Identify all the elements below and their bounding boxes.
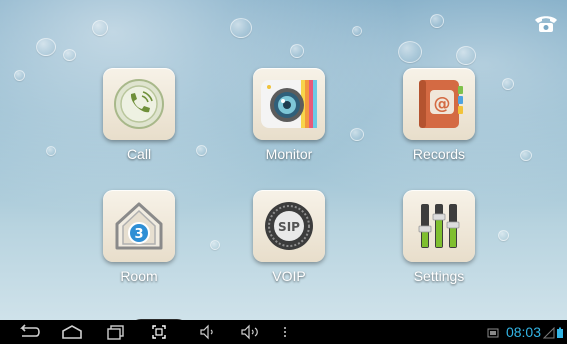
app-label: Room (120, 268, 158, 284)
volume-up-icon[interactable] (236, 323, 264, 341)
water-drop (210, 240, 220, 250)
telephone-icon[interactable] (533, 13, 559, 35)
app-label: Settings (413, 268, 465, 284)
sip-icon: SIP (265, 202, 313, 250)
app-room[interactable]: 3 Room (79, 190, 199, 300)
phone-icon (114, 79, 164, 129)
call-tile (103, 68, 175, 140)
water-drop (498, 230, 509, 241)
home-screen: Call Monitor @ Records 3 Room SIP VOIP S… (0, 0, 567, 344)
app-label: Monitor (265, 146, 313, 162)
status-clock: 08:03 (505, 324, 541, 340)
screenshot-icon[interactable] (145, 323, 173, 341)
water-drop (350, 128, 364, 141)
camera-icon (261, 80, 317, 128)
app-settings[interactable]: Settings (379, 190, 499, 300)
water-drop (46, 146, 56, 156)
system-nav-bar: 08:03 (0, 320, 567, 344)
back-icon[interactable] (14, 323, 42, 341)
volume-down-icon[interactable] (193, 323, 221, 341)
address-book-icon: @ (419, 80, 463, 128)
water-drop (456, 46, 476, 65)
water-drop (36, 38, 56, 56)
water-drop (14, 70, 25, 81)
room-number-badge: 3 (134, 227, 143, 242)
water-drop (230, 18, 252, 38)
water-drop (92, 20, 108, 36)
water-drop (63, 49, 76, 61)
svg-text:@: @ (434, 94, 451, 114)
records-tile: @ (403, 68, 475, 140)
settings-tile (403, 190, 475, 262)
water-drop (430, 14, 444, 28)
water-drop (398, 41, 422, 63)
menu-dots-icon[interactable] (271, 323, 299, 341)
monitor-tile (253, 68, 325, 140)
home-icon[interactable] (58, 323, 86, 341)
water-drop (520, 150, 532, 161)
app-monitor[interactable]: Monitor (229, 68, 349, 178)
voip-tile: SIP (253, 190, 325, 262)
sliders-icon (418, 204, 460, 248)
app-voip[interactable]: SIP VOIP (229, 190, 349, 300)
signal-icon (542, 326, 555, 339)
water-drop (352, 26, 362, 36)
house-icon: 3 (115, 202, 163, 250)
app-label: Call (126, 146, 152, 162)
room-tile: 3 (103, 190, 175, 262)
water-drop (502, 78, 514, 90)
app-call[interactable]: Call (79, 68, 199, 178)
app-label: Records (412, 146, 466, 162)
app-label: VOIP (272, 268, 306, 284)
notification-icon (487, 326, 499, 338)
app-records[interactable]: @ Records (379, 68, 499, 178)
water-drop (290, 44, 304, 58)
battery-icon (556, 326, 564, 338)
recent-apps-icon[interactable] (102, 323, 130, 341)
sip-badge: SIP (278, 220, 300, 234)
